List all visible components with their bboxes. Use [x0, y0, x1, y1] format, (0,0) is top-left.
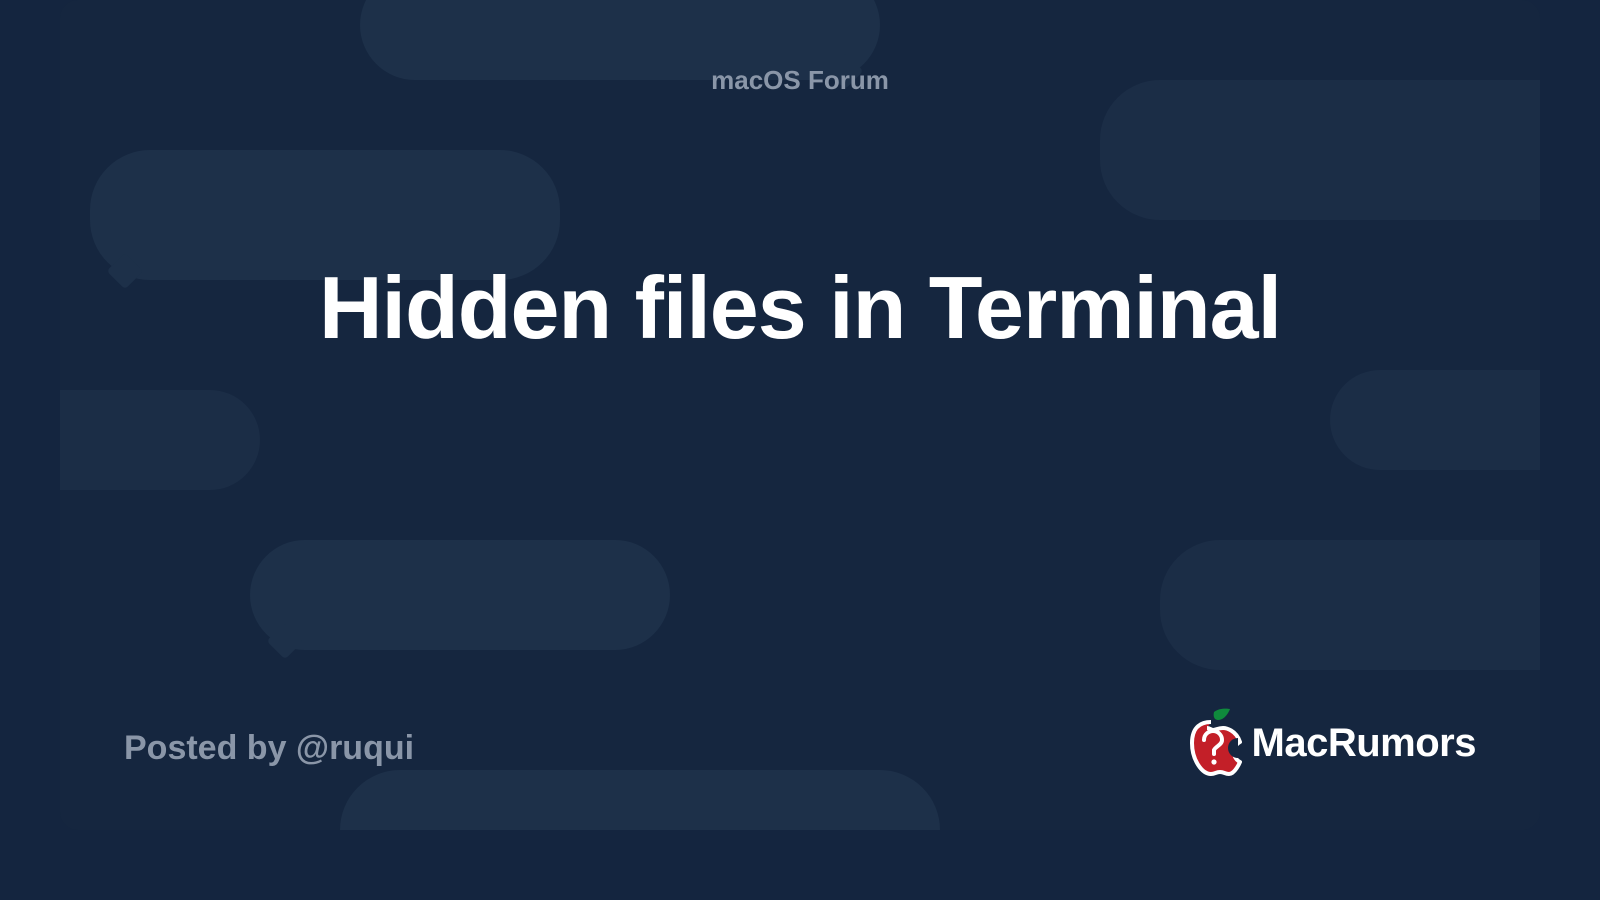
thread-title: Hidden files in Terminal — [60, 260, 1540, 355]
brand-name: MacRumors — [1252, 721, 1476, 766]
chat-bubble-icon — [340, 770, 940, 830]
macrumors-logo-icon — [1180, 708, 1242, 778]
social-card: macOS Forum Hidden files in Terminal Pos… — [60, 0, 1540, 830]
chat-bubble-icon — [60, 390, 260, 490]
chat-bubble-icon — [250, 540, 670, 650]
chat-bubble-icon — [1160, 540, 1540, 670]
chat-bubble-icon — [1330, 370, 1540, 470]
forum-label: macOS Forum — [60, 65, 1540, 96]
brand: MacRumors — [1180, 708, 1476, 778]
posted-by: Posted by @ruqui — [124, 729, 414, 768]
chat-bubble-icon — [1100, 80, 1540, 220]
